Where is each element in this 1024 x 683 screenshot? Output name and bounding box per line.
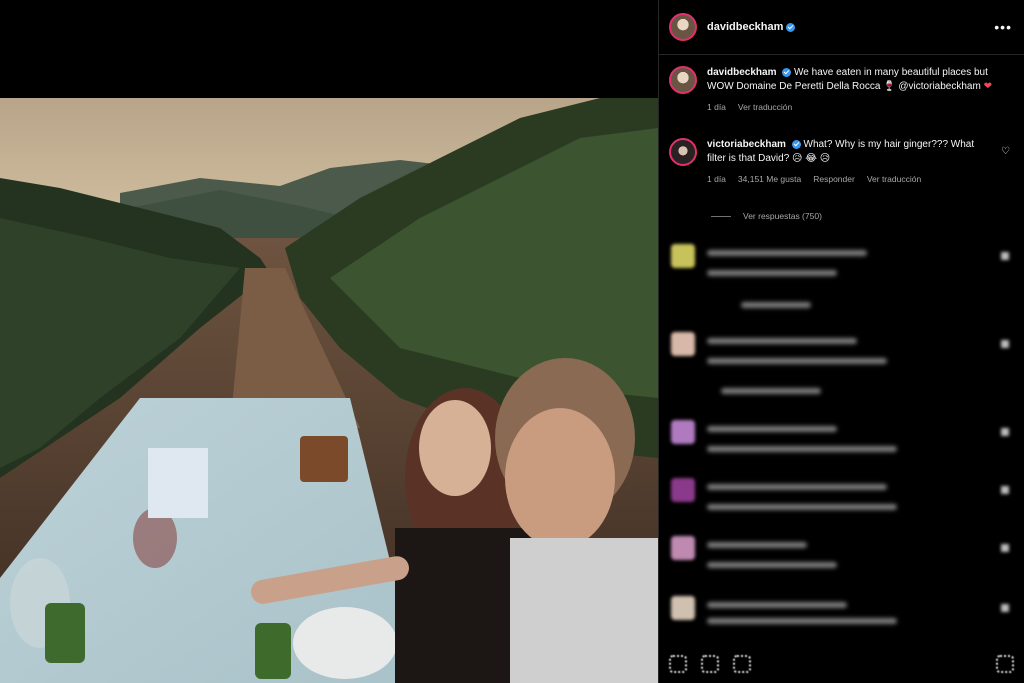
caption-username[interactable]: davidbeckham — [707, 67, 776, 78]
caption-body: davidbeckham We have eaten in many beaut… — [707, 66, 993, 114]
comment-likes[interactable]: 34,151 Me gusta — [738, 172, 801, 186]
blurred-like-icon[interactable] — [1001, 486, 1009, 494]
view-replies[interactable]: Ver respuestas (750) — [711, 211, 822, 221]
post-header: davidbeckham ••• — [659, 0, 1024, 55]
blurred-comment — [671, 536, 1015, 590]
post-author-username[interactable]: davidbeckham — [707, 21, 783, 33]
blurred-text — [707, 446, 897, 452]
blurred-text — [707, 602, 847, 608]
like-heart-icon[interactable]: ♡ — [1001, 146, 1011, 157]
blurred-comment — [671, 420, 1015, 474]
comment-reply-link[interactable]: Responder — [813, 172, 855, 186]
post-photo[interactable] — [0, 98, 658, 683]
blurred-text — [707, 562, 837, 568]
blurred-like-icon[interactable] — [1001, 428, 1009, 436]
share-icon[interactable] — [733, 655, 751, 673]
post-media-area — [0, 0, 658, 683]
avatar[interactable] — [669, 13, 697, 41]
blurred-comment — [671, 478, 1015, 532]
blurred-comment — [671, 596, 1015, 650]
verified-badge-icon — [786, 22, 796, 32]
vineyard-photo — [0, 98, 658, 683]
caption-mention[interactable]: @victoriabeckham — [898, 81, 980, 92]
blurred-text — [707, 618, 897, 624]
view-replies-label[interactable]: Ver respuestas (750) — [743, 211, 822, 221]
comment-body: victoriabeckham What? Why is my hair gin… — [707, 138, 993, 186]
blurred-avatar — [671, 332, 695, 356]
wine-glass-icon: 🍷 — [883, 81, 896, 92]
post-side-panel: davidbeckham ••• davidbeckham We have ea… — [658, 0, 1024, 683]
blurred-text — [707, 338, 857, 344]
blurred-text — [741, 302, 811, 308]
comment-translate-link[interactable]: Ver traducción — [867, 172, 921, 186]
blurred-text — [707, 426, 837, 432]
comment-time: 1 día — [707, 174, 726, 184]
comment-avatar[interactable] — [669, 138, 697, 166]
blurred-like-icon[interactable] — [1001, 544, 1009, 552]
caption-avatar[interactable] — [669, 66, 697, 94]
blurred-avatar — [671, 596, 695, 620]
blurred-like-icon[interactable] — [1001, 604, 1009, 612]
action-bar — [669, 653, 1014, 675]
blurred-avatar — [671, 536, 695, 560]
blurred-like-icon[interactable] — [1001, 252, 1009, 260]
blurred-text — [707, 270, 837, 276]
comment-username[interactable]: victoriabeckham — [707, 139, 786, 150]
verified-badge-icon — [782, 67, 792, 77]
more-options-icon[interactable]: ••• — [994, 19, 1012, 35]
blurred-text — [707, 358, 887, 364]
top-comment: victoriabeckham What? Why is my hair gin… — [669, 138, 1015, 186]
blurred-text — [707, 484, 887, 490]
blurred-text — [707, 542, 807, 548]
blurred-text — [707, 250, 867, 256]
caption: davidbeckham We have eaten in many beaut… — [669, 66, 1015, 114]
blurred-comment — [671, 332, 1015, 394]
blurred-comment — [671, 244, 1015, 308]
blurred-text — [721, 388, 821, 394]
save-bookmark-icon[interactable] — [996, 655, 1014, 673]
caption-translate-link[interactable]: Ver traducción — [738, 100, 792, 114]
caption-meta: 1 día Ver traducción — [707, 100, 993, 114]
blurred-avatar — [671, 478, 695, 502]
blurred-text — [707, 504, 897, 510]
verified-badge-icon — [791, 139, 801, 149]
replies-line — [711, 215, 731, 217]
like-icon[interactable] — [669, 655, 687, 673]
comment-meta: 1 día 34,151 Me gusta Responder Ver trad… — [707, 172, 993, 186]
caption-time: 1 día — [707, 102, 726, 112]
blurred-avatar — [671, 244, 695, 268]
blurred-like-icon[interactable] — [1001, 340, 1009, 348]
red-heart-icon: ❤ — [983, 81, 992, 92]
blurred-avatar — [671, 420, 695, 444]
comment-icon[interactable] — [701, 655, 719, 673]
